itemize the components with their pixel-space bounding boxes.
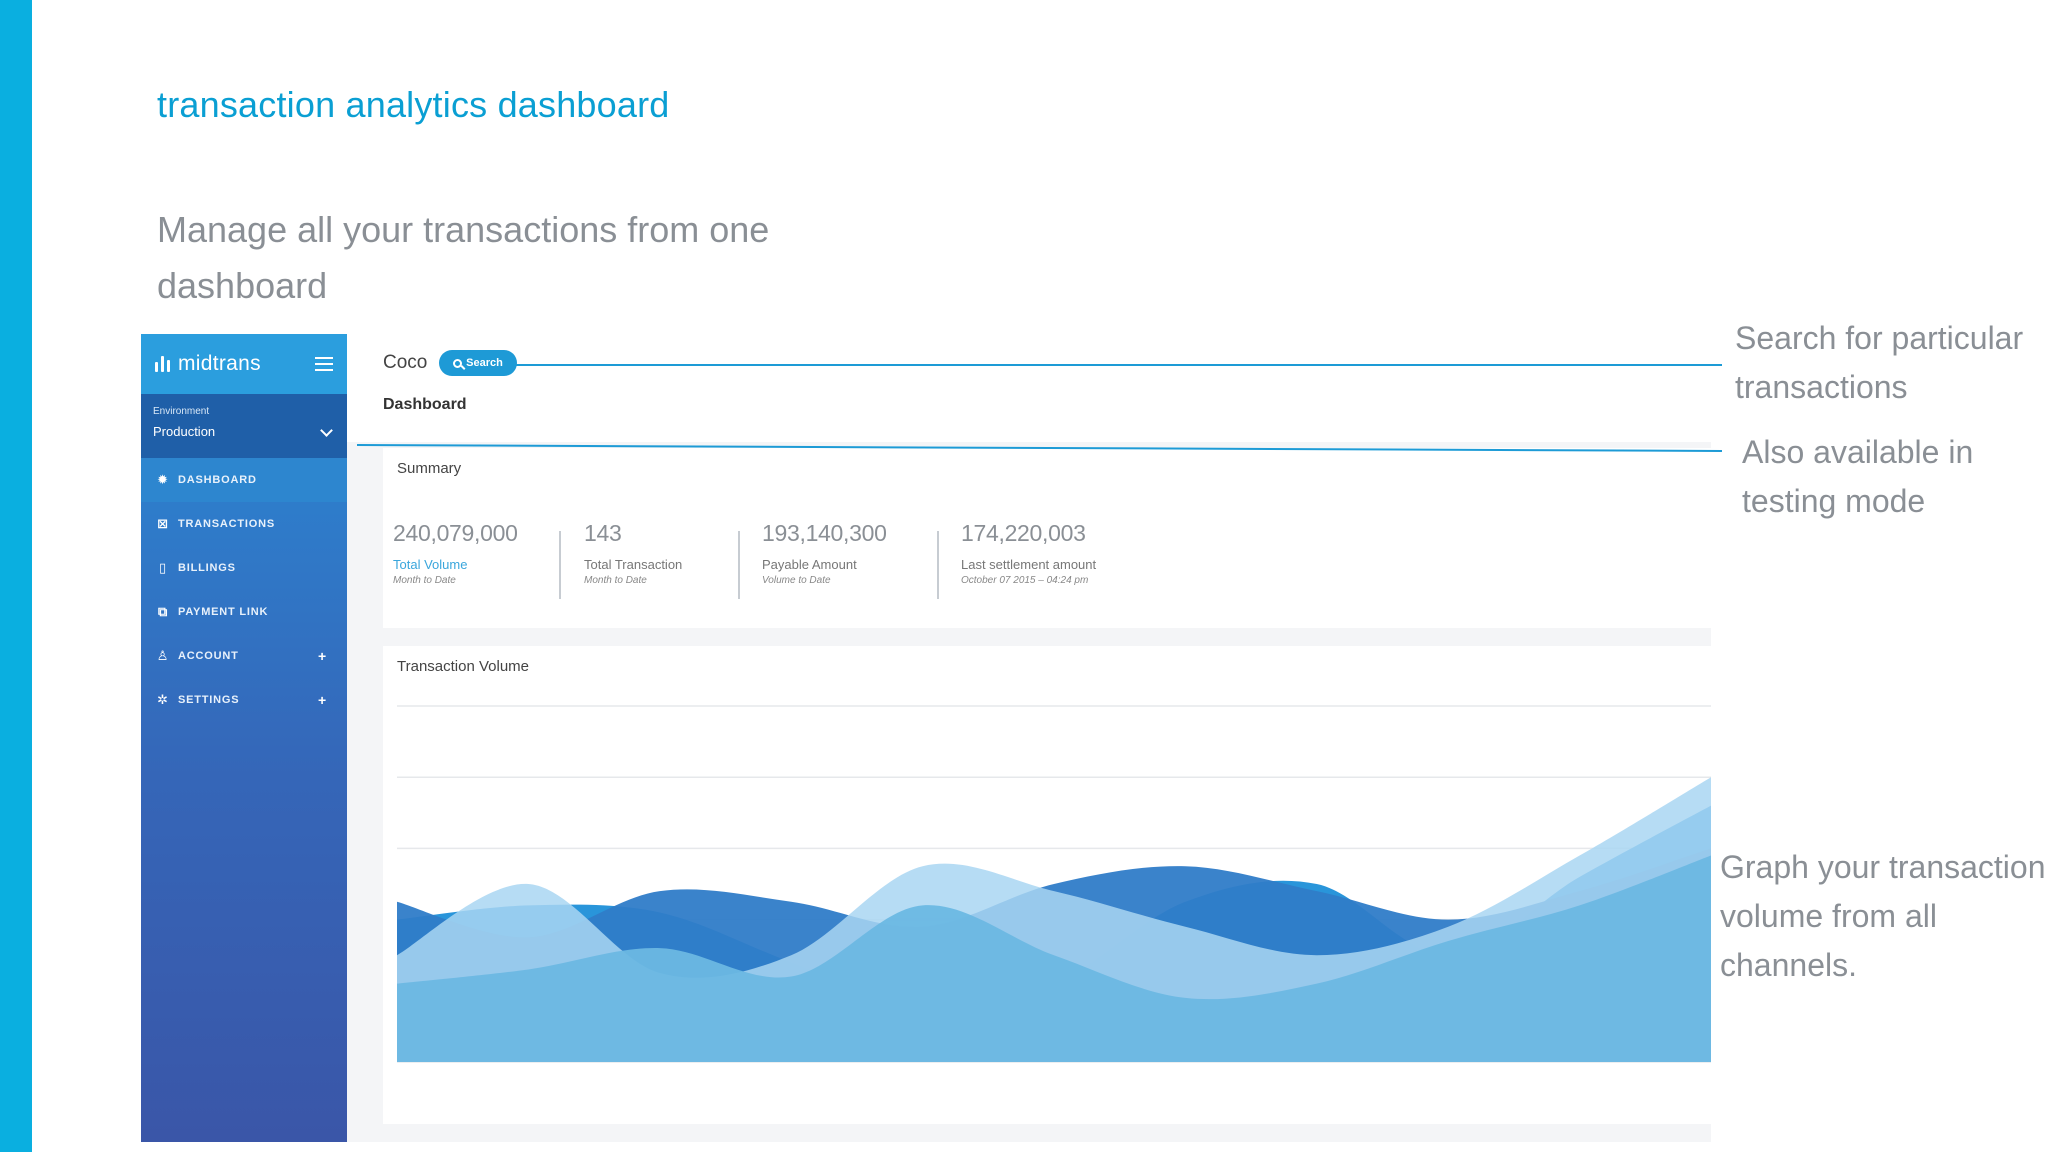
document-icon: ▯: [159, 560, 167, 575]
sidebar-item-label: ACCOUNT: [178, 650, 239, 662]
topbar: Coco Search Dashboard: [347, 334, 1711, 442]
stat-sub: Month to Date: [584, 575, 647, 586]
environment-selector[interactable]: Environment Production: [141, 394, 347, 458]
link-icon: ⧉: [157, 604, 169, 619]
transaction-volume-card: Transaction Volume: [383, 646, 1711, 1124]
callout-graph: Graph your transaction volume from all c…: [1720, 849, 2046, 983]
menu-icon[interactable]: [315, 357, 333, 371]
company-name: Coco: [383, 352, 428, 373]
sidebar-header: midtrans: [141, 334, 347, 394]
sidebar-item-dashboard[interactable]: ✹ DASHBOARD: [141, 458, 347, 502]
callout-search: Search for particular transactions: [1735, 320, 2024, 405]
logo-text: midtrans: [178, 352, 261, 375]
sidebar-item-label: DASHBOARD: [178, 474, 257, 486]
stat-divider: [738, 531, 740, 599]
plus-icon: +: [318, 692, 327, 708]
stat-label: Payable Amount: [762, 557, 857, 572]
sidebar-item-label: TRANSACTIONS: [178, 518, 275, 530]
user-icon: ♙: [156, 648, 170, 663]
page-title: Dashboard: [383, 396, 467, 413]
sun-icon: ✹: [157, 472, 169, 487]
callout-line-search: [512, 364, 1722, 366]
stat-divider: [937, 531, 939, 599]
stat-sub: Volume to Date: [762, 575, 831, 586]
stat-divider: [559, 531, 561, 599]
stat-value: 193,140,300: [762, 520, 887, 546]
sidebar-item-account[interactable]: ♙ ACCOUNT +: [141, 634, 347, 678]
sidebar-item-label: PAYMENT LINK: [178, 606, 269, 618]
environment-value: Production: [153, 424, 216, 439]
summary-card: Summary 240,079,000 Total Volume Month t…: [383, 448, 1711, 628]
search-button[interactable]: Search: [439, 350, 517, 376]
search-icon: [453, 358, 463, 368]
plus-icon: +: [318, 648, 327, 664]
environment-label: Environment: [153, 406, 210, 417]
gear-icon: ✲: [157, 692, 169, 707]
sidebar-item-billings[interactable]: ▯ BILLINGS: [141, 546, 347, 590]
sidebar-item-label: BILLINGS: [178, 562, 236, 574]
main-content: Coco Search Dashboard Summary 240,079,00…: [347, 334, 1711, 1142]
sidebar-item-transactions[interactable]: ⊠ TRANSACTIONS: [141, 502, 347, 546]
stat-value: 143: [584, 520, 622, 546]
stat-total-volume: 240,079,000 Total Volume Month to Date: [393, 520, 518, 586]
dashboard-screenshot: midtrans Environment Production ✹ DASHBO…: [141, 334, 1711, 1142]
stat-label: Total Volume: [393, 557, 468, 572]
stat-payable-amount: 193,140,300 Payable Amount Volume to Dat…: [762, 520, 887, 586]
stat-value: 240,079,000: [393, 520, 518, 546]
stat-sub: Month to Date: [393, 575, 456, 586]
accent-bar: [0, 0, 32, 1152]
transactions-icon: ⊠: [157, 516, 169, 531]
slide-subtitle: Manage all your transactions from one da…: [157, 209, 770, 306]
sidebar: midtrans Environment Production ✹ DASHBO…: [141, 334, 347, 1142]
stat-total-transaction: 143 Total Transaction Month to Date: [584, 520, 682, 586]
stat-last-settlement: 174,220,003 Last settlement amount Octob…: [961, 520, 1096, 586]
stat-label: Total Transaction: [584, 557, 683, 572]
search-label: Search: [466, 357, 503, 369]
stat-value: 174,220,003: [961, 520, 1086, 546]
sidebar-item-settings[interactable]: ✲ SETTINGS +: [141, 678, 347, 722]
stat-label: Last settlement amount: [961, 557, 1097, 572]
sidebar-item-label: SETTINGS: [178, 694, 240, 706]
sidebar-item-payment-link[interactable]: ⧉ PAYMENT LINK: [141, 590, 347, 634]
summary-title: Summary: [397, 460, 462, 477]
midtrans-logo-icon: [155, 356, 170, 372]
slide-title: transaction analytics dashboard: [157, 84, 670, 125]
stat-sub: October 07 2015 – 04:24 pm: [961, 575, 1089, 586]
transaction-volume-chart: [397, 705, 1711, 1063]
callout-testing: Also available in testing mode: [1742, 434, 1974, 519]
